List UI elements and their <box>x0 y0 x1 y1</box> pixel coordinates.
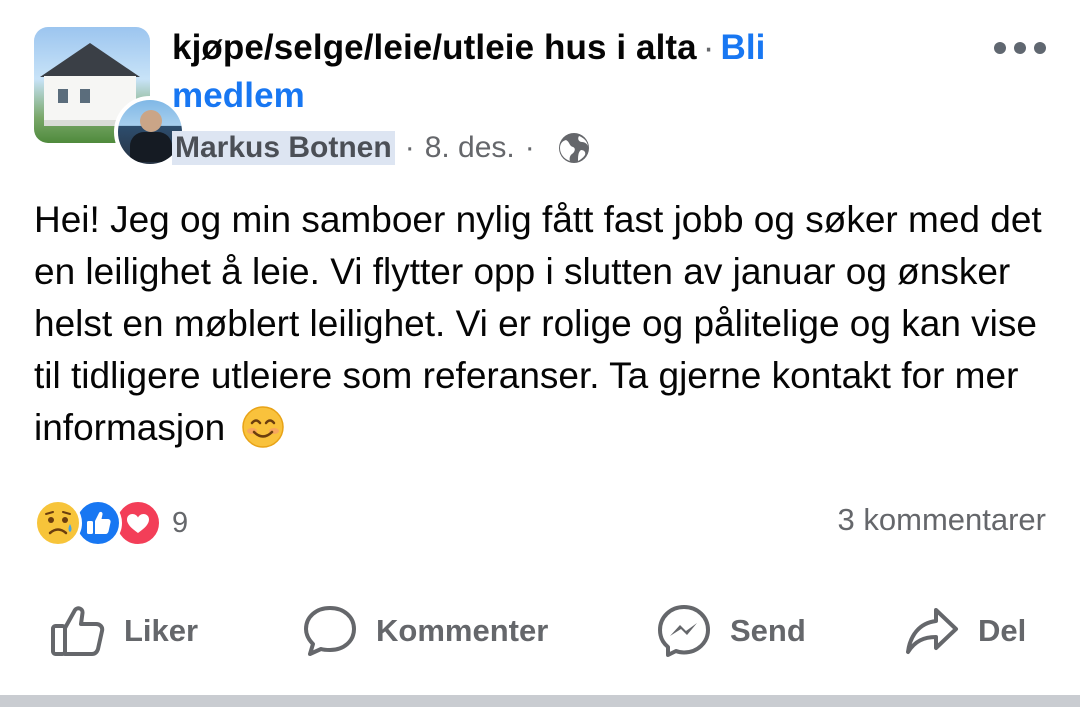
like-label: Liker <box>124 613 199 648</box>
reaction-count: 9 <box>172 506 189 539</box>
action-bar: Liker Kommenter Send Del <box>0 586 1080 676</box>
share-arrow-icon <box>906 608 958 654</box>
comment-label: Kommenter <box>376 613 549 648</box>
separator-dot: · <box>702 28 715 67</box>
post-divider <box>0 695 1080 707</box>
post-meta: Markus Botnen · 8. des. · <box>172 128 591 168</box>
post-date[interactable]: 8. des. <box>425 131 515 165</box>
smiling-face-icon <box>241 406 284 448</box>
post-stats: 9 3 kommentarer <box>34 496 1046 550</box>
post-text: Hei! Jeg og min samboer nylig fått fast … <box>34 199 1042 448</box>
like-button[interactable]: Liker <box>50 600 198 662</box>
post-card: kjøpe/selge/leie/utleie hus i alta · Bli m… <box>0 0 1080 707</box>
more-options-icon[interactable] <box>994 36 1046 60</box>
comments-count[interactable]: 3 kommentarer <box>838 502 1046 538</box>
post-body: Hei! Jeg og min samboer nylig fått fast … <box>34 194 1044 454</box>
messenger-icon <box>658 605 710 657</box>
sad-reaction-icon <box>34 499 82 547</box>
share-label: Del <box>978 613 1027 648</box>
send-button[interactable]: Send <box>656 600 806 662</box>
group-name[interactable]: kjøpe/selge/leie/utleie hus i alta <box>172 28 697 67</box>
thumbs-up-icon <box>51 606 105 656</box>
globe-icon <box>558 133 589 163</box>
comment-button[interactable]: Kommenter <box>302 600 548 662</box>
send-label: Send <box>730 613 806 648</box>
separator-dot: · <box>404 131 415 164</box>
post-header: kjøpe/selge/leie/utleie hus i alta · Bli m… <box>34 24 1046 174</box>
separator-dot: · <box>524 131 535 164</box>
share-button[interactable]: Del <box>904 600 1026 662</box>
group-title-line: kjøpe/selge/leie/utleie hus i alta · Bli m… <box>172 24 892 120</box>
comment-bubble-icon <box>304 606 356 656</box>
author-name[interactable]: Markus Botnen <box>172 131 395 165</box>
reaction-summary[interactable]: 9 <box>34 498 188 548</box>
